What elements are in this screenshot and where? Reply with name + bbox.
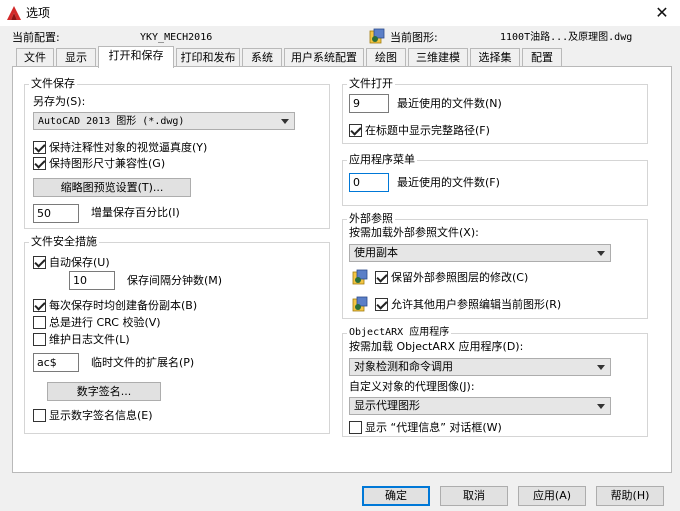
digital-signature-button[interactable]: 数字签名... <box>47 382 161 401</box>
display-signature-label: 显示数字签名信息(E) <box>49 409 153 422</box>
chevron-down-icon <box>597 404 605 409</box>
current-profile-label: 当前配置: <box>12 31 60 44</box>
save-as-label: 另存为(S): <box>33 95 86 108</box>
file-safety-title: 文件安全措施 <box>29 235 99 248</box>
full-path-checkbox[interactable] <box>349 124 362 137</box>
maintain-drawing-size-checkbox[interactable] <box>33 157 46 170</box>
full-path-label: 在标题中显示完整路径(F) <box>365 124 490 137</box>
tab-open-and-save[interactable]: 打开和保存 <box>98 46 174 68</box>
close-button[interactable]: ✕ <box>650 2 674 24</box>
chevron-down-icon <box>281 119 289 124</box>
log-file-checkbox[interactable] <box>33 333 46 346</box>
current-drawing-label: 当前图形: <box>390 31 438 44</box>
recent-files-input[interactable]: 9 <box>349 94 389 113</box>
file-save-title: 文件保存 <box>29 77 77 90</box>
autosave-label: 自动保存(U) <box>49 256 110 269</box>
allow-xref-edit-label: 允许其他用户参照编辑当前图形(R) <box>391 298 562 311</box>
file-open-title: 文件打开 <box>347 77 395 90</box>
proxy-images-value: 显示代理图形 <box>354 399 420 412</box>
xref-edit-icon <box>352 296 368 312</box>
xref-demand-load-label: 按需加载外部参照文件(X): <box>349 226 479 239</box>
autosave-checkbox[interactable] <box>33 256 46 269</box>
retain-xref-changes-checkbox[interactable] <box>375 271 388 284</box>
log-file-label: 维护日志文件(L) <box>49 333 130 346</box>
backup-copy-checkbox[interactable] <box>33 299 46 312</box>
chevron-down-icon <box>597 251 605 256</box>
allow-xref-edit-checkbox[interactable] <box>375 298 388 311</box>
tab-drafting[interactable]: 绘图 <box>366 48 406 67</box>
xrefs-title: 外部参照 <box>347 212 395 225</box>
apply-button[interactable]: 应用(A) <box>518 486 586 506</box>
tab-files[interactable]: 文件 <box>16 48 54 67</box>
backup-copy-label: 每次保存时均创建备份副本(B) <box>49 299 198 312</box>
objectarx-title: ObjectARX 应用程序 <box>347 326 452 339</box>
maintain-drawing-size-label: 保持图形尺寸兼容性(G) <box>49 157 166 170</box>
tab-selection[interactable]: 选择集 <box>470 48 520 67</box>
current-profile-value: YKY_MECH2016 <box>140 32 213 43</box>
save-as-value: AutoCAD 2013 图形 (*.dwg) <box>38 116 185 127</box>
xref-demand-load-value: 使用副本 <box>354 246 398 259</box>
proxy-info-label: 显示 “代理信息” 对话框(W) <box>365 421 502 434</box>
autosave-minutes-input[interactable]: 10 <box>69 271 115 290</box>
autosave-minutes-label: 保存间隔分钟数(M) <box>127 274 223 287</box>
window-title: 选项 <box>26 6 51 20</box>
display-signature-checkbox[interactable] <box>33 409 46 422</box>
objectarx-demand-load-value: 对象检测和命令调用 <box>354 360 453 373</box>
current-drawing-value: 1100T油路...及原理图.dwg <box>500 32 633 43</box>
xref-demand-load-dropdown[interactable]: 使用副本 <box>349 244 611 262</box>
maintain-visual-fidelity-label: 保持注释性对象的视觉逼真度(Y) <box>49 141 208 154</box>
objectarx-demand-load-label: 按需加载 ObjectARX 应用程序(D): <box>349 340 524 353</box>
chevron-down-icon <box>597 365 605 370</box>
maintain-visual-fidelity-checkbox[interactable] <box>33 141 46 154</box>
crc-check-checkbox[interactable] <box>33 316 46 329</box>
proxy-info-checkbox[interactable] <box>349 421 362 434</box>
tab-3d-modeling[interactable]: 三维建模 <box>408 48 468 67</box>
app-menu-title: 应用程序菜单 <box>347 153 417 166</box>
app-menu-recent-files-input[interactable]: 0 <box>349 173 389 192</box>
xref-layer-icon <box>352 269 368 285</box>
incremental-save-input[interactable]: 50 <box>33 204 79 223</box>
tab-system[interactable]: 系统 <box>242 48 282 67</box>
tab-display[interactable]: 显示 <box>56 48 96 67</box>
help-button[interactable]: 帮助(H) <box>596 486 664 506</box>
temp-ext-label: 临时文件的扩展名(P) <box>91 356 195 369</box>
ok-button[interactable]: 确定 <box>362 486 430 506</box>
recent-files-label: 最近使用的文件数(N) <box>397 97 502 110</box>
app-menu-recent-files-label: 最近使用的文件数(F) <box>397 176 500 189</box>
title-bar <box>0 0 680 26</box>
tab-profiles[interactable]: 配置 <box>522 48 562 67</box>
tab-plot-and-publish[interactable]: 打印和发布 <box>176 48 240 67</box>
autocad-app-icon <box>7 6 21 20</box>
incremental-save-label: 增量保存百分比(I) <box>91 206 180 219</box>
thumbnail-preview-settings-button[interactable]: 缩略图预览设置(T)... <box>33 178 191 197</box>
temp-ext-input[interactable]: ac$ <box>33 353 79 372</box>
save-as-dropdown[interactable]: AutoCAD 2013 图形 (*.dwg) <box>33 112 295 130</box>
proxy-images-label: 自定义对象的代理图像(J): <box>349 380 475 393</box>
crc-check-label: 总是进行 CRC 校验(V) <box>49 316 161 329</box>
objectarx-demand-load-dropdown[interactable]: 对象检测和命令调用 <box>349 358 611 376</box>
drawing-file-icon <box>369 28 385 44</box>
tab-user-preferences[interactable]: 用户系统配置 <box>284 48 364 67</box>
proxy-images-dropdown[interactable]: 显示代理图形 <box>349 397 611 415</box>
retain-xref-changes-label: 保留外部参照图层的修改(C) <box>391 271 529 284</box>
cancel-button[interactable]: 取消 <box>440 486 508 506</box>
